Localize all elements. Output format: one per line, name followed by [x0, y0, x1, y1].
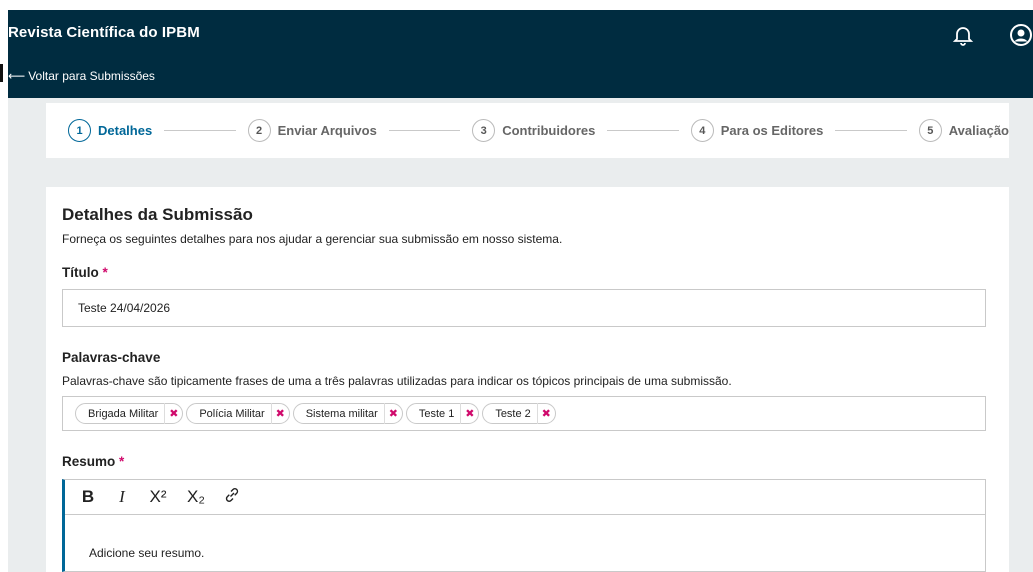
keyword-chip-text: Polícia Militar	[199, 407, 265, 420]
required-mark: *	[119, 454, 125, 469]
step-number: 1	[68, 119, 91, 142]
step-contributors[interactable]: 3 Contribuidores	[472, 119, 595, 142]
required-mark: *	[102, 265, 108, 280]
submission-details-card: Detalhes da Submissão Forneça os seguint…	[46, 187, 1009, 572]
keywords-label: Palavras-chave	[62, 350, 161, 365]
step-connector	[835, 130, 907, 131]
step-connector	[607, 130, 679, 131]
keywords-description: Palavras-chave são tipicamente frases de…	[62, 374, 732, 388]
bell-icon[interactable]	[952, 24, 974, 46]
keyword-chip-text: Brigada Militar	[88, 407, 159, 420]
remove-icon[interactable]: ✖	[460, 403, 478, 424]
keyword-chip-text: Teste 1	[418, 407, 455, 420]
user-icon[interactable]	[1009, 23, 1033, 47]
main-content: 1 Detalhes 2 Enviar Arquivos 3 Contribui…	[8, 98, 1033, 572]
keyword-chip: Sistema militar ✖	[292, 403, 403, 424]
keyword-chip: Teste 1 ✖	[405, 403, 480, 424]
step-for-editors[interactable]: 4 Para os Editores	[690, 119, 824, 142]
italic-button[interactable]: I	[113, 487, 131, 507]
step-connector	[388, 130, 461, 131]
title-label-text: Título	[62, 265, 99, 280]
remove-icon[interactable]: ✖	[383, 403, 402, 424]
remove-icon[interactable]: ✖	[536, 403, 555, 424]
keyword-chip: Brigada Militar ✖	[75, 403, 184, 424]
section-description: Forneça os seguintes detalhes para nos a…	[62, 232, 563, 246]
step-number: 3	[472, 119, 496, 142]
step-number: 2	[247, 119, 271, 142]
step-label: Detalhes	[98, 123, 153, 138]
back-arrow-icon: ⟵	[8, 69, 26, 83]
submission-stepper: 1 Detalhes 2 Enviar Arquivos 3 Contribui…	[46, 103, 1009, 158]
text-cursor	[0, 64, 3, 82]
step-review[interactable]: 5 Avaliação	[918, 119, 1009, 142]
step-number: 4	[690, 119, 714, 142]
subscript-button[interactable]: X₂	[185, 487, 207, 507]
keyword-chip-text: Sistema militar	[305, 407, 378, 420]
site-title[interactable]: Revista Científica do IPBM	[8, 24, 200, 41]
keyword-chip-text: Teste 2	[495, 407, 531, 420]
app-header: Revista Científica do IPBM ⟵ Voltar para…	[8, 10, 1033, 98]
section-title: Detalhes da Submissão	[62, 205, 253, 224]
back-link-label: Voltar para Submissões	[28, 69, 155, 83]
abstract-text-area[interactable]: Adicione seu resumo.	[65, 515, 985, 560]
keyword-chip: Teste 2 ✖	[482, 403, 556, 424]
abstract-editor: B I X² X₂ Adicione seu resumo.	[62, 479, 986, 572]
editor-toolbar: B I X² X₂	[65, 480, 985, 515]
abstract-label-text: Resumo	[62, 454, 116, 469]
title-input[interactable]: Teste 24/04/2026	[62, 289, 986, 327]
keyword-chip: Polícia Militar ✖	[186, 403, 290, 424]
superscript-button[interactable]: X²	[147, 487, 169, 507]
step-label: Para os Editores	[720, 123, 824, 138]
step-upload-files[interactable]: 2 Enviar Arquivos	[247, 119, 377, 142]
step-details[interactable]: 1 Detalhes	[68, 119, 152, 142]
step-number: 5	[918, 119, 942, 142]
bold-button[interactable]: B	[79, 487, 97, 507]
back-to-submissions-link[interactable]: ⟵ Voltar para Submissões	[8, 69, 155, 83]
title-label: Título *	[62, 265, 108, 280]
step-label: Avaliação	[948, 123, 1009, 138]
step-label: Enviar Arquivos	[277, 123, 377, 138]
step-connector	[164, 130, 236, 131]
keywords-input[interactable]: Brigada Militar ✖ Polícia Militar ✖ Sist…	[62, 396, 986, 431]
remove-icon[interactable]: ✖	[164, 403, 182, 424]
abstract-label: Resumo *	[62, 454, 124, 469]
link-icon[interactable]	[223, 486, 241, 509]
step-label: Contribuidores	[502, 123, 596, 138]
remove-icon[interactable]: ✖	[270, 403, 289, 424]
